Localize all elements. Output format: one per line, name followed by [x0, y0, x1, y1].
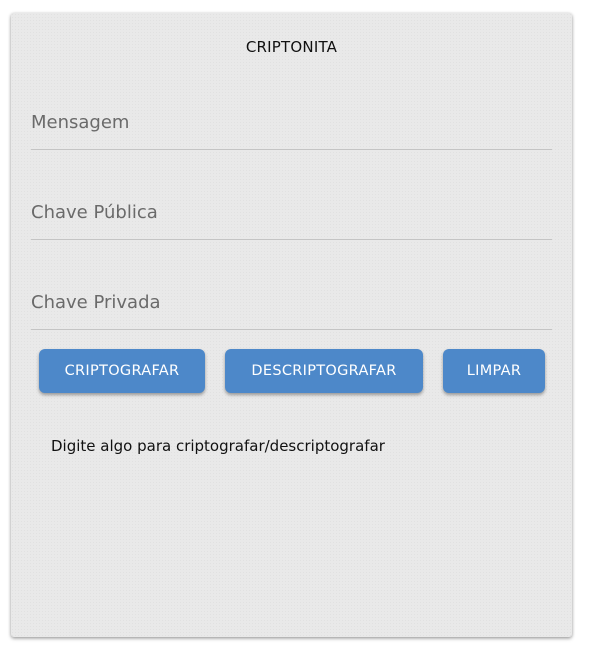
- private-key-input[interactable]: [31, 289, 552, 315]
- main-card: CRIPTONITA CRIPTOGRAFAR DESCRIPTOGRAFAR …: [11, 13, 572, 637]
- public-key-input[interactable]: [31, 199, 552, 225]
- decrypt-button[interactable]: DESCRIPTOGRAFAR: [225, 349, 423, 393]
- message-field: [31, 89, 552, 150]
- clear-button[interactable]: LIMPAR: [443, 349, 545, 393]
- status-message: Digite algo para criptografar/descriptog…: [51, 437, 385, 455]
- public-key-field: [31, 179, 552, 240]
- page-title: CRIPTONITA: [245, 38, 338, 56]
- private-key-field: [31, 269, 552, 330]
- encrypt-button[interactable]: CRIPTOGRAFAR: [39, 349, 205, 393]
- message-input[interactable]: [31, 109, 552, 135]
